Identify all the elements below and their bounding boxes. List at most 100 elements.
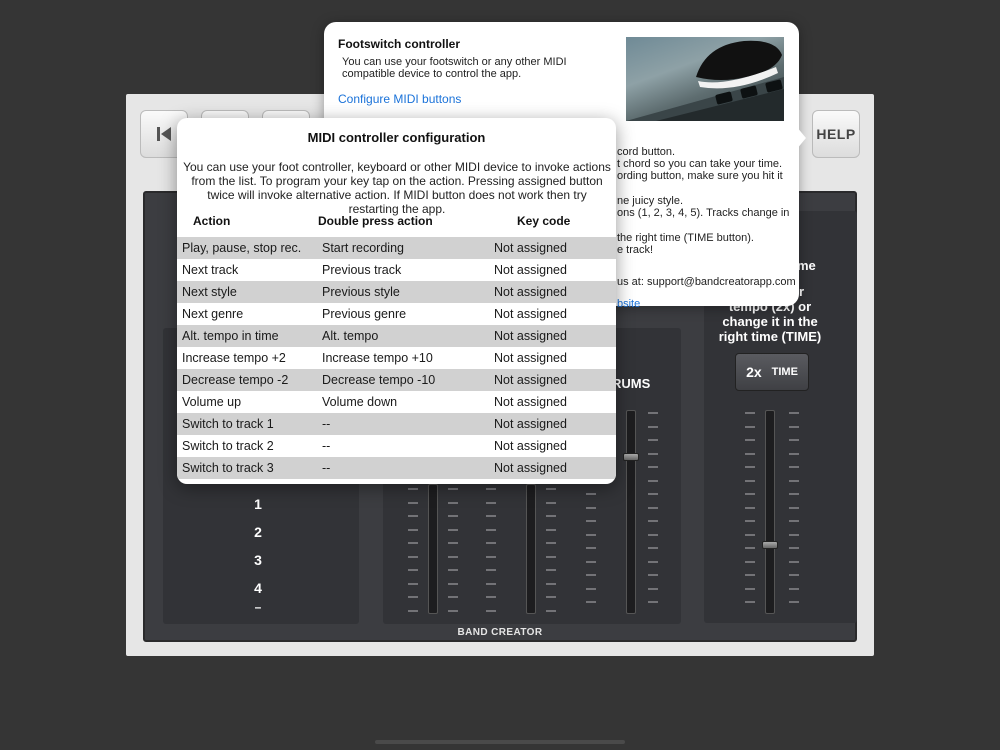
fader-tick [745,412,755,414]
action-cell: Switch to track 3 [182,461,274,475]
fader-tick [648,534,658,536]
fader-tick [546,583,556,585]
table-row[interactable]: Volume up Volume down Not assigned [177,391,616,413]
help-text-line: cord button. [617,146,676,158]
fader-track-1[interactable] [428,484,438,614]
fader-tick [745,453,755,455]
help-text-line: ording button, make sure you hit it [617,170,783,182]
fader-tick [486,556,496,558]
action-cell: Switch to track 1 [182,417,274,431]
table-row[interactable]: Switch to track 1 -- Not assigned [177,413,616,435]
fader-tick [789,588,799,590]
action-cell: Increase tempo +2 [182,351,286,365]
fader-tick [789,453,799,455]
track-number-5[interactable]: – [243,600,273,614]
fader-tick [546,502,556,504]
fader-tick [745,601,755,603]
action-cell: Volume up [182,395,242,409]
fader-tick [586,588,596,590]
footswitch-description: You can use your footswitch or any other… [342,56,567,80]
fader-knob-drums[interactable] [623,453,639,461]
fader-tick [648,466,658,468]
fader-tick [448,502,458,504]
fader-tick [745,520,755,522]
key-code-cell: Not assigned [494,351,567,365]
table-row[interactable]: Play, pause, stop rec. Start recording Not… [177,237,616,259]
table-row[interactable]: Next genre Previous genre Not assigned [177,303,616,325]
footswitch-title: Footswitch controller [338,37,461,51]
fader-tick [486,610,496,612]
table-row[interactable]: Alt. tempo in time Alt. tempo Not assigned [177,325,616,347]
tempo-2x-button[interactable]: 2x TIME [735,353,809,391]
table-row[interactable]: Switch to track 2 -- Not assigned [177,435,616,457]
fader-tick [448,515,458,517]
fader-track-tempo[interactable] [765,410,775,614]
fader-tick [408,502,418,504]
help-text-line: us at: support@bandcreatorapp.com [617,276,796,288]
help-button[interactable]: HELP [812,110,860,158]
table-row[interactable]: Switch to track 3 -- Not assigned [177,457,616,479]
fader-tick [789,493,799,495]
table-row[interactable]: Next track Previous track Not assigned [177,259,616,281]
help-text-line: t chord so you can take your time. [617,158,783,170]
website-link[interactable]: bsite [617,298,640,310]
fader-tick [745,480,755,482]
fader-tick [745,507,755,509]
brand-label: BAND CREATOR [457,627,543,638]
action-cell: Alt. tempo in time [182,329,279,343]
help-text-line: e track! [617,244,654,256]
configure-midi-link[interactable]: Configure MIDI buttons [338,92,461,106]
time-label: TIME [771,366,798,378]
fader-tick [648,561,658,563]
track-number-3[interactable]: 3 [243,552,273,568]
track-number-4[interactable]: 4 [243,580,273,596]
key-code-cell: Not assigned [494,241,567,255]
fader-tick [648,439,658,441]
fader-tick [546,542,556,544]
help-text-line: ons (1, 2, 3, 4, 5). Tracks change in [617,207,790,219]
fader-tick [546,610,556,612]
fader-track-drums[interactable] [626,410,636,614]
fader-tick [789,412,799,414]
key-code-cell: Not assigned [494,285,567,299]
home-indicator [375,740,625,744]
fader-tick [408,583,418,585]
track-number-1[interactable]: 1 [243,496,273,512]
fader-tick [408,596,418,598]
fader-tick [745,534,755,536]
right-panel-text-line: change it in the [722,314,818,329]
track-number-2[interactable]: 2 [243,524,273,540]
fader-tick [546,596,556,598]
fader-tick [448,488,458,490]
double-press-cell: Volume down [322,395,398,409]
footswitch-photo [626,37,784,121]
fader-tick [586,547,596,549]
fader-tick [486,569,496,571]
action-cell: Switch to track 2 [182,439,274,453]
fader-tick [448,542,458,544]
fader-tick [745,547,755,549]
table-row[interactable]: Increase tempo +2 Increase tempo +10 Not a… [177,347,616,369]
help-text-line: the right time (TIME button). [617,232,754,244]
fader-tick [408,556,418,558]
double-press-cell: Previous style [322,285,400,299]
fader-tick [408,542,418,544]
action-cell: Decrease tempo -2 [182,373,289,387]
fader-tick [586,561,596,563]
table-row[interactable]: Next style Previous style Not assigned [177,281,616,303]
fader-tick [789,426,799,428]
action-cell: Next style [182,285,237,299]
fader-tick [648,412,658,414]
table-row[interactable]: Decrease tempo -2 Decrease tempo -10 Not a… [177,369,616,391]
fader-tick [546,529,556,531]
fader-tick [648,588,658,590]
fader-knob-tempo[interactable] [762,541,778,549]
double-press-cell: -- [322,417,331,431]
fader-tick [586,574,596,576]
fader-tick [546,569,556,571]
fader-track-2[interactable] [526,484,536,614]
fader-tick [546,556,556,558]
double-press-cell: Decrease tempo -10 [322,373,436,387]
fader-tick [486,488,496,490]
fader-tick [789,507,799,509]
